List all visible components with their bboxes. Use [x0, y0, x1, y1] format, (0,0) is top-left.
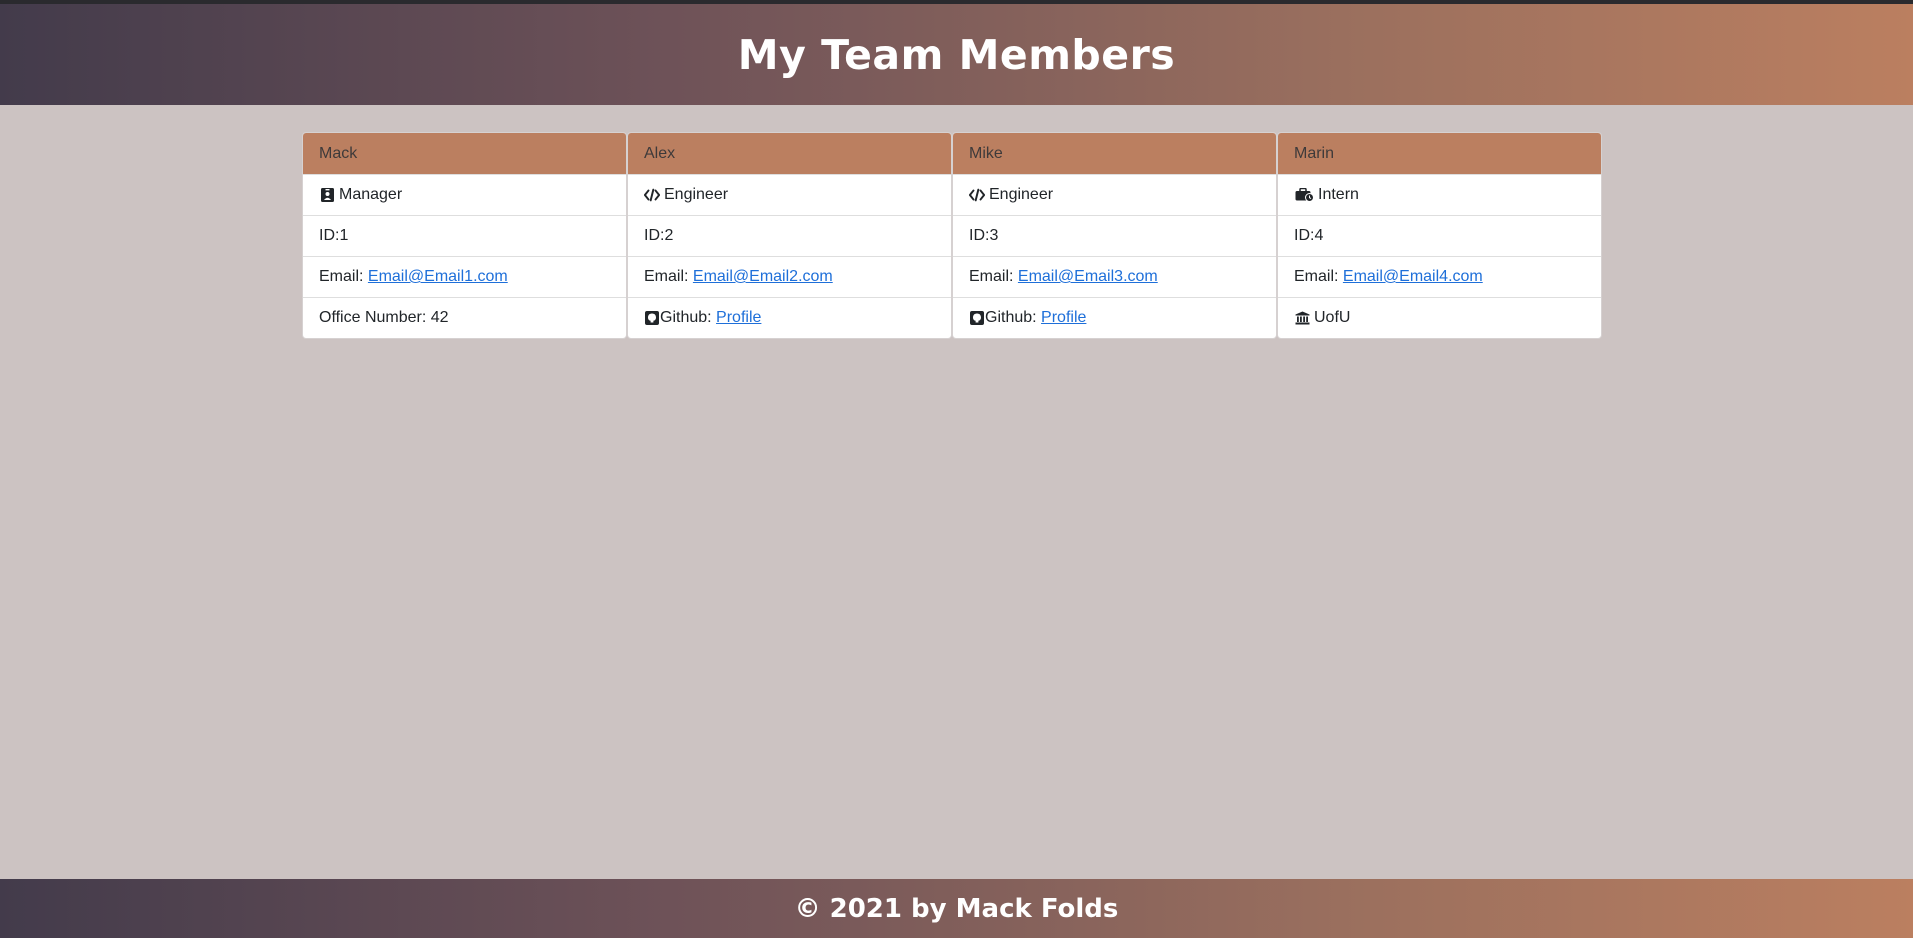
- card-email-row: Email: Email@Email1.com: [303, 256, 626, 297]
- card-email-row: Email: Email@Email3.com: [953, 256, 1276, 297]
- card-github-link[interactable]: Profile: [1041, 309, 1086, 327]
- card-github-label: Github:: [660, 309, 712, 326]
- code-icon: [969, 187, 985, 203]
- card-school: UofU: [1314, 309, 1351, 326]
- card-role: Engineer: [989, 186, 1054, 203]
- card-email-link[interactable]: Email@Email3.com: [1018, 268, 1158, 286]
- card-name: Marin: [1278, 133, 1601, 174]
- github-icon: [969, 310, 985, 326]
- github-icon: [644, 310, 660, 326]
- team-card-mack: Mack Manager ID:1 Email: Email@Email1.co…: [302, 132, 627, 339]
- card-office-row: Office Number: 42: [303, 297, 626, 338]
- card-email-label: Email:: [1294, 268, 1339, 285]
- card-email-label: Email:: [969, 268, 1014, 285]
- card-id-row: ID:2: [628, 215, 951, 256]
- card-email-row: Email: Email@Email4.com: [1278, 256, 1601, 297]
- card-role: Engineer: [664, 186, 729, 203]
- card-name: Mack: [303, 133, 626, 174]
- card-email-row: Email: Email@Email2.com: [628, 256, 951, 297]
- card-role: Intern: [1318, 186, 1359, 203]
- university-icon: [1294, 310, 1310, 326]
- card-id: ID:3: [969, 227, 999, 244]
- card-school-row: UofU: [1278, 297, 1601, 338]
- page-title: My Team Members: [737, 30, 1176, 79]
- card-id: ID:4: [1294, 227, 1324, 244]
- team-card-mike: Mike Engineer ID:3 Email: Email@Email3.c…: [952, 132, 1277, 339]
- card-github-row: Github: Profile: [953, 297, 1276, 338]
- footer-copyright: © 2021 by Mack Folds: [794, 893, 1119, 924]
- card-role-row: Manager: [303, 174, 626, 215]
- card-role-row: Intern: [1278, 174, 1601, 215]
- card-email-label: Email:: [644, 268, 689, 285]
- card-id-row: ID:3: [953, 215, 1276, 256]
- card-role: Manager: [339, 186, 403, 203]
- card-id: ID:2: [644, 227, 674, 244]
- card-email-link[interactable]: Email@Email2.com: [693, 268, 833, 286]
- card-email-link[interactable]: Email@Email4.com: [1343, 268, 1483, 286]
- card-role-row: Engineer: [953, 174, 1276, 215]
- code-icon: [644, 187, 660, 203]
- card-name: Alex: [628, 133, 951, 174]
- briefcase-clock-icon: [1294, 187, 1314, 203]
- card-github-row: Github: Profile: [628, 297, 951, 338]
- team-card-alex: Alex Engineer ID:2 Email: Email@Email2.c…: [627, 132, 952, 339]
- card-email-label: Email:: [319, 268, 364, 285]
- card-github-link[interactable]: Profile: [716, 309, 761, 327]
- page-header: My Team Members: [0, 4, 1913, 105]
- card-name: Mike: [953, 133, 1276, 174]
- card-office-number: Office Number: 42: [319, 309, 449, 326]
- id-badge-icon: [319, 187, 335, 203]
- card-role-row: Engineer: [628, 174, 951, 215]
- card-id: ID:1: [319, 227, 349, 244]
- page-footer: © 2021 by Mack Folds: [0, 879, 1913, 938]
- card-email-link[interactable]: Email@Email1.com: [368, 268, 508, 286]
- team-cards: Mack Manager ID:1 Email: Email@Email1.co…: [302, 132, 1602, 339]
- card-id-row: ID:4: [1278, 215, 1601, 256]
- card-id-row: ID:1: [303, 215, 626, 256]
- team-card-marin: Marin Intern ID:4 Email: Email@Email4.co…: [1277, 132, 1602, 339]
- card-github-label: Github:: [985, 309, 1037, 326]
